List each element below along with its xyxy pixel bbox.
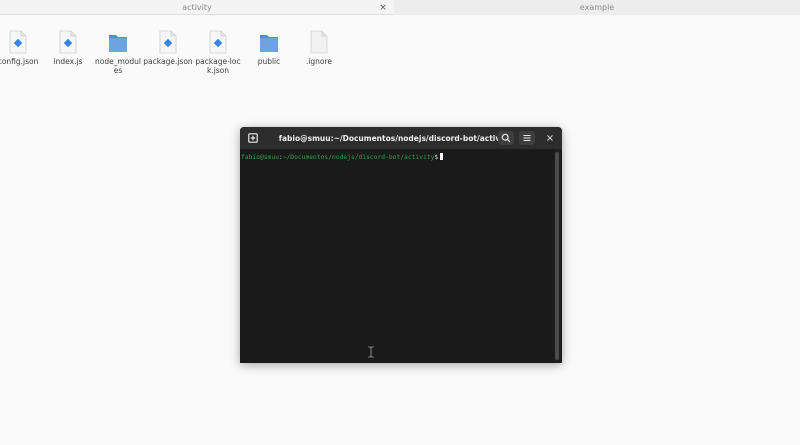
- search-button[interactable]: [498, 131, 514, 145]
- prompt-symbol: $: [434, 154, 439, 161]
- folder-icon: [260, 35, 278, 52]
- file-label: index.js: [53, 57, 83, 66]
- terminal-window[interactable]: fabio@smuu:~/Documentos/nodejs/discord-b…: [240, 127, 562, 363]
- file-label: node_modules: [95, 57, 141, 75]
- terminal-header: fabio@smuu:~/Documentos/nodejs/discord-b…: [240, 127, 562, 149]
- new-tab-icon: [248, 133, 258, 143]
- tab-activity[interactable]: activity ×: [0, 0, 394, 15]
- file-item-public[interactable]: public: [244, 30, 294, 66]
- terminal-scrollbar[interactable]: [555, 152, 559, 360]
- js-file-icon: [59, 30, 77, 54]
- tab-label: activity: [182, 2, 212, 12]
- json-file-icon: [9, 30, 27, 54]
- file-grid: config.json index.js node_modules packag…: [0, 30, 360, 90]
- json-file-icon: [159, 30, 177, 54]
- new-tab-button[interactable]: [245, 131, 261, 145]
- prompt-path: ~/Documentos/nodejs/discord-bot/activity: [282, 154, 435, 161]
- tab-example[interactable]: example: [394, 0, 800, 15]
- menu-button[interactable]: [519, 131, 535, 145]
- tab-bar: activity × example: [0, 0, 800, 15]
- prompt-user: fabio@smuu: [241, 154, 279, 161]
- close-icon: ×: [545, 132, 555, 144]
- file-label: .ignore: [305, 57, 333, 66]
- file-item-node-modules[interactable]: node_modules: [93, 30, 143, 75]
- file-item-package-json[interactable]: package.json: [143, 30, 193, 66]
- terminal-title: fabio@smuu:~/Documentos/nodejs/discord-b…: [278, 133, 512, 143]
- terminal-output[interactable]: fabio@smuu:~/Documentos/nodejs/discord-b…: [240, 149, 554, 363]
- close-window-button[interactable]: ×: [542, 131, 558, 145]
- file-item-config-json[interactable]: config.json: [0, 30, 43, 66]
- text-file-icon: [310, 30, 328, 54]
- file-item-index-js[interactable]: index.js: [43, 30, 93, 66]
- ibeam-cursor-icon: [368, 346, 374, 358]
- json-file-icon: [209, 30, 227, 54]
- shell-prompt: fabio@smuu:~/Documentos/nodejs/discord-b…: [241, 153, 444, 161]
- file-label: public: [257, 57, 281, 66]
- hamburger-menu-icon: [523, 134, 531, 142]
- tab-label: example: [579, 3, 615, 12]
- close-icon[interactable]: ×: [377, 0, 389, 15]
- file-label: package.json: [143, 57, 193, 66]
- file-item-ignore[interactable]: .ignore: [294, 30, 344, 66]
- folder-icon: [109, 35, 127, 52]
- file-item-package-lock-json[interactable]: package-lock.json: [193, 30, 243, 75]
- search-icon: [501, 133, 511, 143]
- file-label: config.json: [0, 57, 39, 66]
- text-cursor: [440, 153, 444, 160]
- file-label: package-lock.json: [195, 57, 241, 75]
